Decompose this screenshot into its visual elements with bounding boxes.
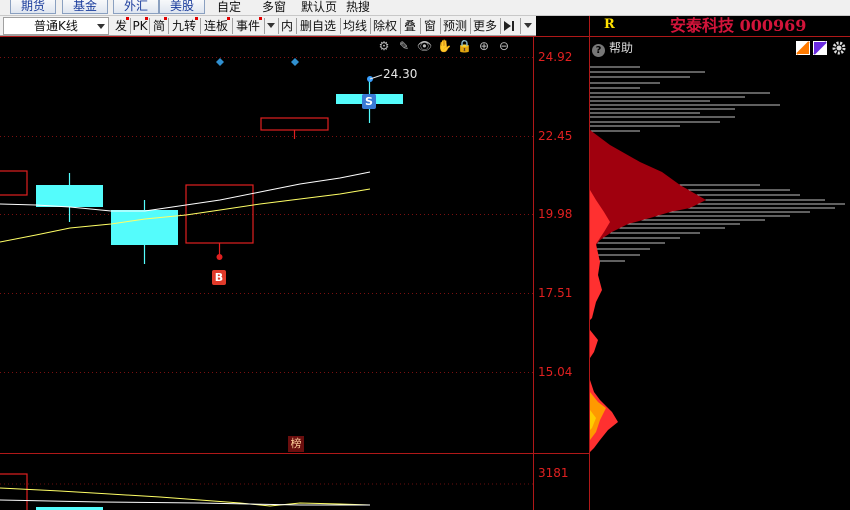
buy-marker[interactable]: B	[212, 270, 226, 285]
sell-marker[interactable]: S	[362, 94, 376, 109]
volume-axis-label: 3181	[538, 466, 569, 480]
price-axis-label-4: 17.51	[538, 286, 573, 300]
candlesticks	[0, 79, 403, 264]
event-diamond-2	[291, 58, 299, 66]
candle-prev-partial	[0, 170, 28, 196]
hot-list-marker[interactable]: 榜	[288, 436, 304, 452]
price-axis-label-5: 15.04	[538, 365, 573, 379]
price-axis-label-2: 22.45	[538, 129, 573, 143]
kline-chart	[0, 16, 850, 510]
volume-bar-up	[0, 473, 28, 510]
chip-main-shape	[590, 130, 706, 258]
high-price-note: 24.30	[383, 67, 418, 81]
price-axis-label-3: 19.98	[538, 207, 573, 221]
candle-down-2	[111, 210, 178, 245]
price-axis-label-1: 24.92	[538, 50, 573, 64]
candle-down-1	[36, 185, 103, 207]
event-diamond-1	[216, 58, 224, 66]
candle-up-2	[260, 117, 329, 131]
